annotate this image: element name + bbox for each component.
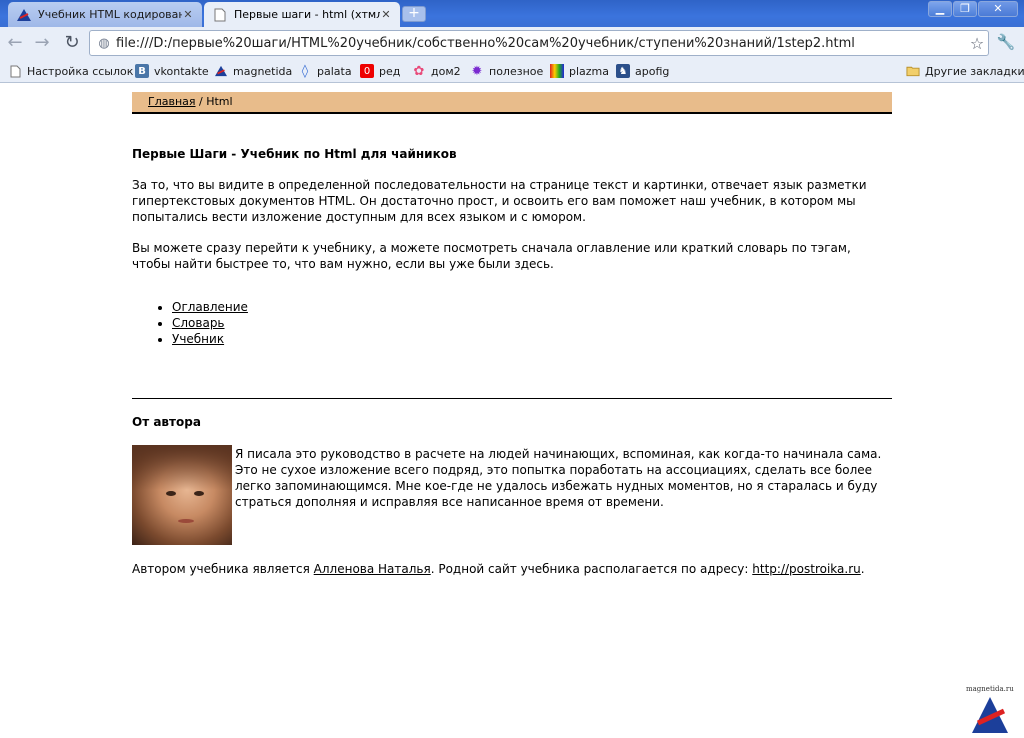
document-icon <box>212 7 228 23</box>
bookmark-item[interactable]: magnetida <box>214 62 292 80</box>
page-viewport: Главная / Html Первые Шаги - Учебник по … <box>0 84 1024 738</box>
author-block: Я писала это руководство в расчете на лю… <box>132 445 892 545</box>
address-input[interactable]: file:///D:/первые%20шаги/HTML%20учебник/… <box>114 36 966 51</box>
bookmark-item[interactable]: ✿ дом2 <box>412 62 461 80</box>
bookmark-item[interactable]: 0 ред <box>360 62 400 80</box>
close-icon[interactable]: ✕ <box>380 8 392 21</box>
watermark: magnetida.ru <box>962 683 1022 737</box>
watermark-text: magnetida.ru <box>966 685 1014 693</box>
reload-icon[interactable]: ↻ <box>61 32 83 54</box>
list-item: Оглавление <box>172 299 892 315</box>
bookmark-item[interactable]: plazma <box>550 62 609 80</box>
forward-arrow-icon[interactable]: → <box>31 32 53 54</box>
photo-eye <box>166 491 176 496</box>
bookmarks-bar: Настройка ссылок B vkontakte magnetida ◊… <box>0 59 1024 83</box>
author-text: Я писала это руководство в расчете на лю… <box>235 447 882 509</box>
title-bar: Учебник HTML кодирован... ✕ Первые шаги … <box>0 0 1024 27</box>
minimize-button[interactable]: ▁ <box>928 1 952 17</box>
bookmark-item[interactable]: B vkontakte <box>135 62 209 80</box>
footer-suffix: . <box>860 562 865 576</box>
plazma-icon <box>550 64 564 78</box>
tutorial-link[interactable]: Учебник <box>172 332 224 346</box>
toc-link[interactable]: Оглавление <box>172 300 248 314</box>
new-tab-button[interactable]: + <box>402 6 426 22</box>
drop-icon: ◊ <box>301 63 309 79</box>
flower-icon: ✿ <box>413 63 425 79</box>
tab-tutorial[interactable]: Учебник HTML кодирован... ✕ <box>8 2 202 27</box>
bookmark-item[interactable]: Настройка ссылок <box>8 62 133 80</box>
breadcrumb-separator: / <box>195 95 207 108</box>
tab-title: Учебник HTML кодирован... <box>38 8 182 21</box>
star-icon[interactable]: ☆ <box>966 34 988 53</box>
breadcrumb-home-link[interactable]: Главная <box>148 95 196 108</box>
globe-icon: ◍ <box>98 35 110 51</box>
vk-icon: B <box>135 64 149 78</box>
dictionary-link[interactable]: Словарь <box>172 316 225 330</box>
author-name-link[interactable]: Алленова Наталья <box>314 562 431 576</box>
footer-middle: . Родной сайт учебника располагается по … <box>430 562 753 576</box>
photo-hair <box>132 445 232 490</box>
maximize-button[interactable]: ❐ <box>953 1 977 17</box>
photo-mouth <box>178 519 194 523</box>
site-link[interactable]: http://postroika.ru <box>752 562 860 576</box>
bookmark-item[interactable]: ♞ apofig <box>616 62 669 80</box>
apofig-icon: ♞ <box>616 64 630 78</box>
navigation-paragraph: Вы можете сразу перейти к учебнику, а мо… <box>132 241 851 271</box>
intro-paragraph: За то, что вы видите в определенной посл… <box>132 178 867 224</box>
author-footer: Автором учебника является Алленова Натал… <box>132 562 902 576</box>
breadcrumb: Главная / Html <box>132 92 892 114</box>
main-content: Первые Шаги - Учебник по Html для чайник… <box>132 146 892 347</box>
list-item: Учебник <box>172 331 892 347</box>
author-photo <box>132 445 232 545</box>
author-heading: От автора <box>132 415 201 429</box>
site-a-icon <box>214 64 228 78</box>
bookmark-label: дом2 <box>431 64 461 78</box>
bookmark-label: palata <box>317 64 352 78</box>
burst-icon: ✹ <box>471 63 483 79</box>
bookmark-label: vkontakte <box>154 64 209 78</box>
footer-prefix: Автором учебника является <box>132 562 314 576</box>
list-item: Словарь <box>172 315 892 331</box>
other-bookmarks[interactable]: Другие закладки <box>906 62 1024 80</box>
section-links: Оглавление Словарь Учебник <box>132 299 892 347</box>
tab-title: Первые шаги - html (хтмл... <box>234 8 380 21</box>
divider <box>132 398 892 399</box>
bookmark-label: plazma <box>569 64 610 78</box>
wrench-icon[interactable]: 🔧 <box>995 33 1017 53</box>
other-bookmarks-label: Другие закладки <box>925 64 1024 78</box>
close-icon[interactable]: ✕ <box>182 8 194 21</box>
site-a-icon <box>16 7 32 23</box>
watermark-logo-icon <box>972 697 1008 733</box>
back-arrow-icon[interactable]: ← <box>4 32 26 54</box>
page-icon <box>8 64 22 78</box>
bookmark-label: ред <box>379 64 401 78</box>
breadcrumb-current: Html <box>206 95 233 108</box>
window-close-button[interactable]: ✕ <box>978 1 1018 17</box>
photo-eye <box>194 491 204 496</box>
bookmark-item[interactable]: ✹ полезное <box>470 62 544 80</box>
bookmark-label: Настройка ссылок <box>27 64 134 78</box>
bookmark-label: magnetida <box>233 64 293 78</box>
page-title: Первые Шаги - Учебник по Html для чайник… <box>132 147 457 161</box>
bookmark-label: apofig <box>635 64 670 78</box>
tab-first-steps[interactable]: Первые шаги - html (хтмл... ✕ <box>204 2 400 27</box>
red-icon: 0 <box>360 64 374 78</box>
bookmark-label: полезное <box>489 64 544 78</box>
folder-icon <box>906 64 920 78</box>
bookmark-item[interactable]: ◊ palata <box>298 62 352 80</box>
browser-toolbar: ← → ↻ ◍ file:///D:/первые%20шаги/HTML%20… <box>0 27 1024 59</box>
address-bar[interactable]: ◍ file:///D:/первые%20шаги/HTML%20учебни… <box>89 30 989 56</box>
